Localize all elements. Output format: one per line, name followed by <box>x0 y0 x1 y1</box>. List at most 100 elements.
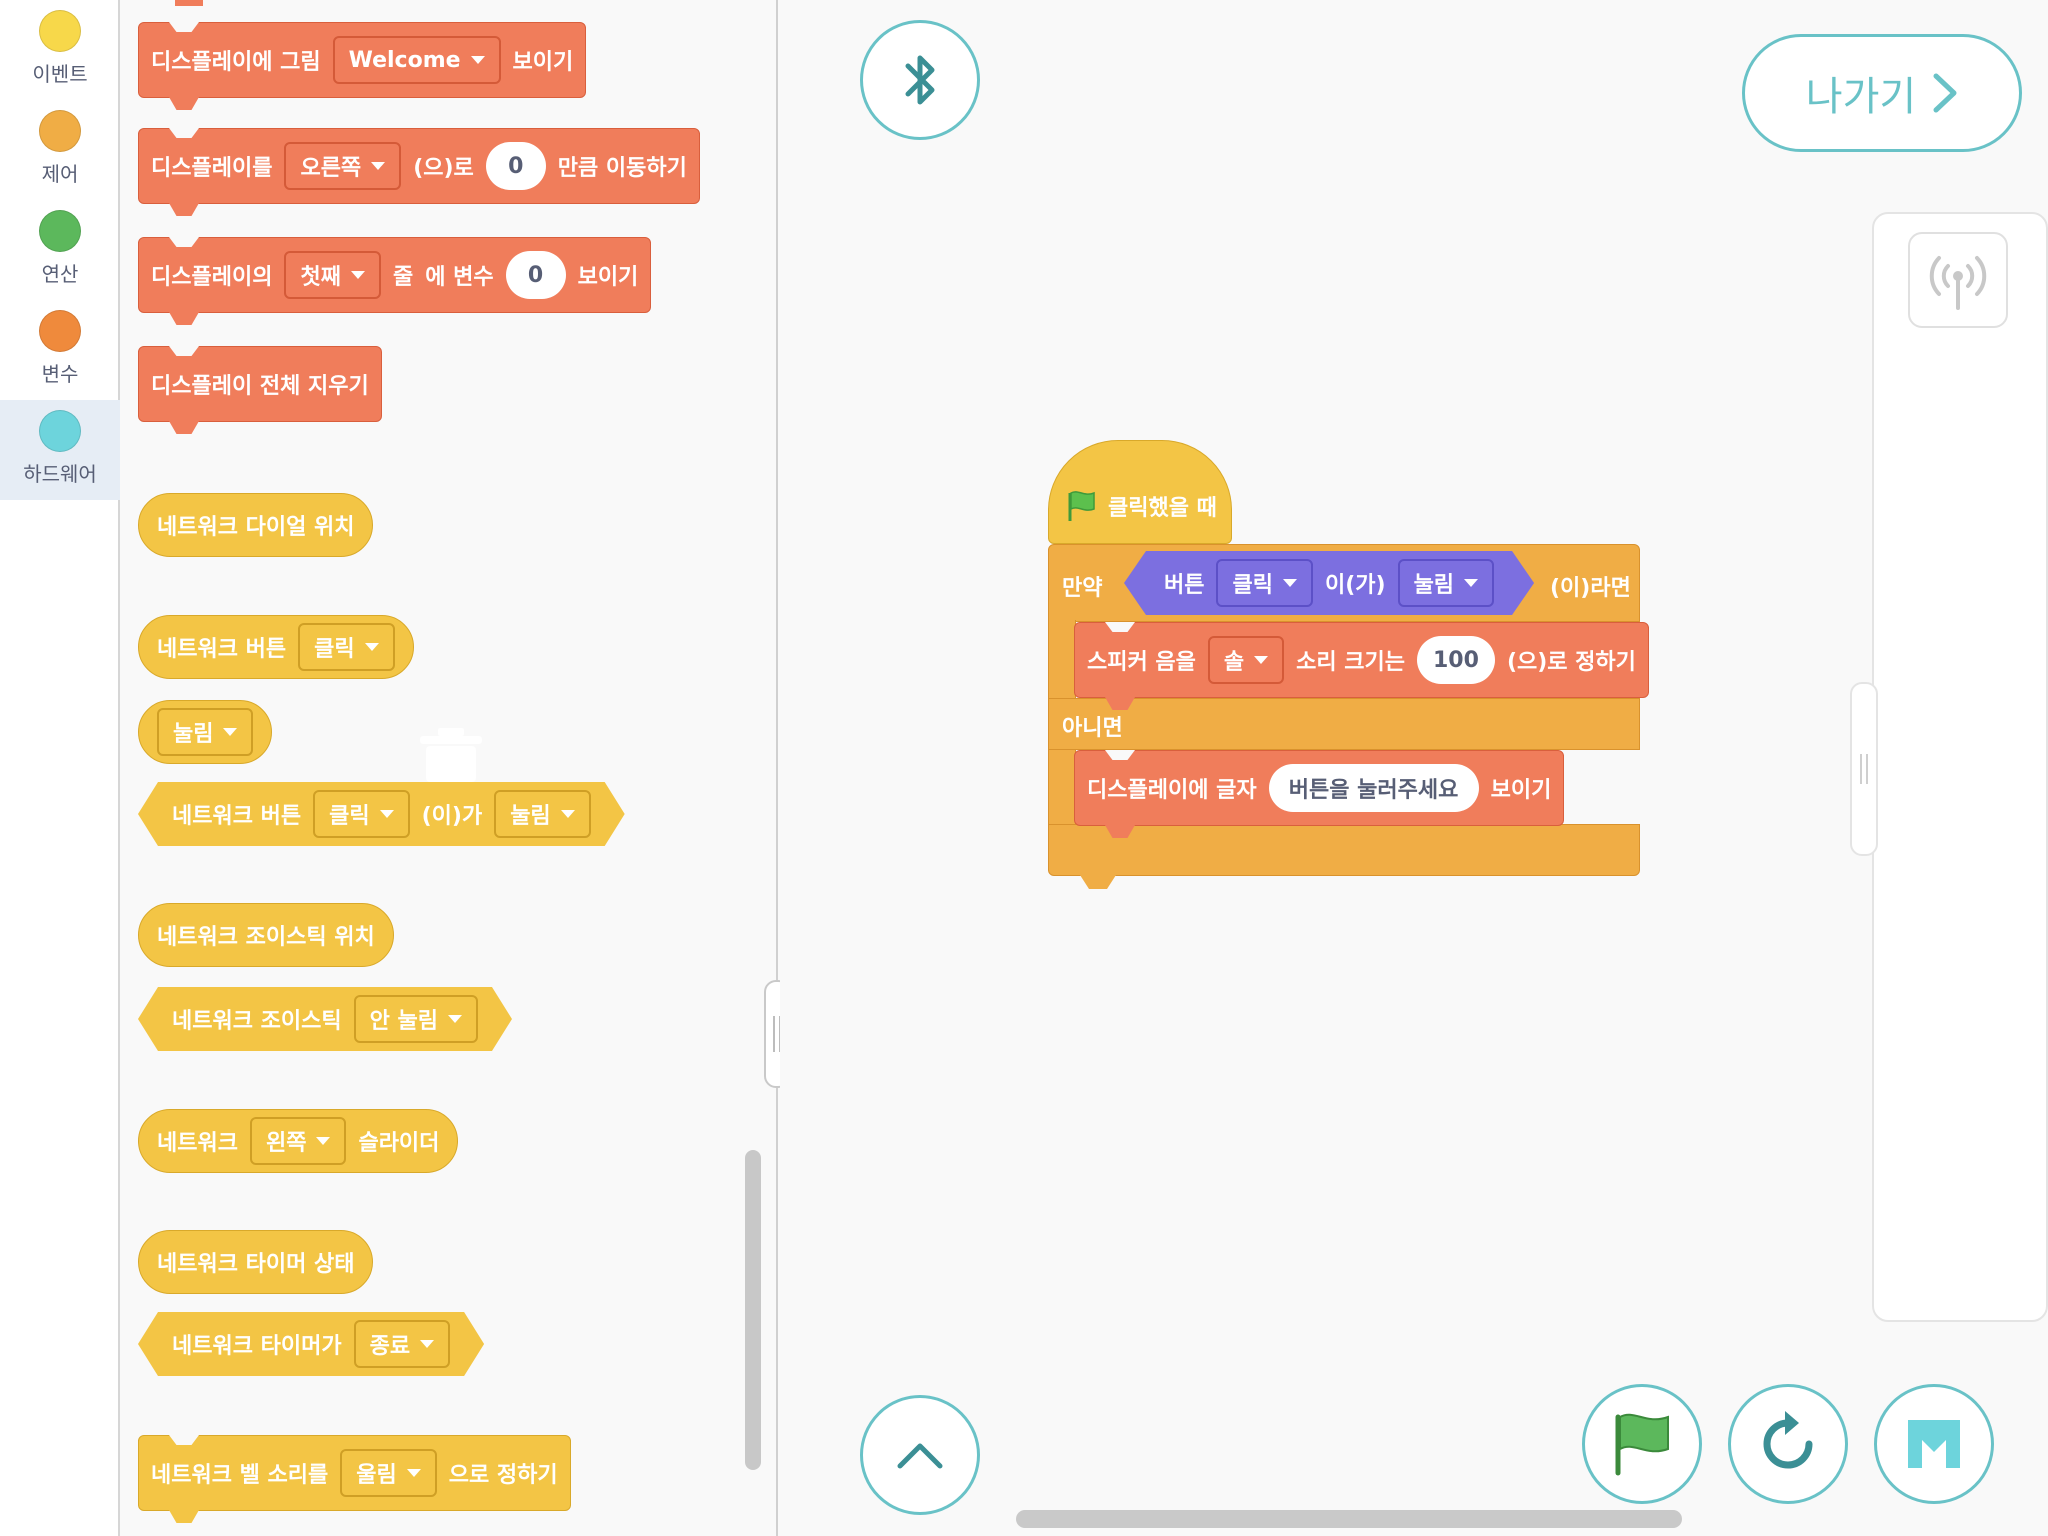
block-text: 만큼 이동하기 <box>557 156 687 181</box>
palette-scrollbar[interactable] <box>745 1150 761 1470</box>
exit-button[interactable]: 나가기 <box>1742 34 2022 152</box>
run-button[interactable] <box>1582 1384 1702 1504</box>
block-net-button[interactable]: 네트워크 버튼 클릭 <box>138 615 414 679</box>
category-operators[interactable]: 연산 <box>0 200 120 300</box>
dropdown-arrow-icon <box>448 1015 462 1023</box>
block-net-dial[interactable]: 네트워크 다이얼 위치 <box>138 493 374 557</box>
chevron-up-icon <box>897 1443 943 1469</box>
button-dropdown[interactable]: 클릭 <box>1216 559 1312 607</box>
scroll-up-button[interactable] <box>860 1395 980 1515</box>
category-hardware[interactable]: 하드웨어 <box>0 400 120 500</box>
hat-content: 클릭했을 때 <box>1064 486 1217 526</box>
block-text: (으)로 <box>413 156 474 181</box>
dropdown-value: 울림 <box>356 1463 397 1488</box>
dropdown-arrow-icon <box>371 162 386 170</box>
if-label: 만약 <box>1062 576 1103 601</box>
stage-resize-handle[interactable] <box>1850 682 1878 856</box>
dropdown-arrow-icon <box>561 810 575 818</box>
dropdown-value: 솔 <box>1223 650 1245 675</box>
number-input[interactable]: 0 <box>485 142 546 190</box>
block-display-image[interactable]: 디스플레이에 그림 Welcome 보이기 <box>138 22 587 98</box>
block-text: 이(가) <box>1324 573 1386 598</box>
block-net-timer-bool[interactable]: 네트워크 타이머가 종료 <box>138 1312 484 1376</box>
block-net-slider[interactable]: 네트워크 왼쪽 슬라이더 <box>138 1109 459 1173</box>
dropdown-value: Welcome <box>348 47 461 73</box>
dropdown-value: 클릭 <box>329 804 370 829</box>
antenna-signal-icon <box>1929 256 1987 310</box>
joystick-dropdown[interactable]: 안 눌림 <box>354 995 478 1043</box>
pressed-dropdown[interactable]: 눌림 <box>157 708 254 756</box>
button-dropdown[interactable]: 클릭 <box>298 623 395 671</box>
note-dropdown[interactable]: 솔 <box>1207 636 1285 684</box>
block-text: 으로 정하기 <box>448 1463 558 1488</box>
block-text: 버튼 <box>1164 573 1205 598</box>
device-logo-icon <box>1908 1420 1960 1468</box>
variable-input[interactable]: 0 <box>505 251 566 299</box>
block-text: 네트워크 타이머 상태 <box>157 1252 355 1277</box>
block-display-clear[interactable]: 디스플레이 전체 지우기 <box>138 346 382 422</box>
block-text: 네트워크 버튼 <box>157 637 287 662</box>
dropdown-arrow-icon <box>406 1469 421 1477</box>
block-text: 보이기 <box>1490 778 1552 803</box>
block-text: 에 변수 <box>425 265 494 290</box>
line-dropdown[interactable]: 첫째 <box>284 251 381 299</box>
text-input[interactable]: 버튼을 눌러주세요 <box>1268 764 1479 812</box>
block-display-text[interactable]: 디스플레이에 글자 버튼을 눌러주세요 보이기 <box>1074 750 1565 826</box>
block-text: 슬라이더 <box>358 1131 440 1156</box>
block-display-move[interactable]: 디스플레이를 오른쪽 (으)로 0 만큼 이동하기 <box>138 128 700 204</box>
timer-dropdown[interactable]: 종료 <box>354 1320 450 1368</box>
then-label: (이)라면 <box>1550 576 1631 601</box>
block-text: (이)가 <box>421 804 483 829</box>
condition-button-pressed[interactable]: 버튼 클릭 이(가) 눌림 <box>1124 551 1534 615</box>
block-net-bell[interactable]: 네트워크 벨 소리를 울림 으로 정하기 <box>138 1435 571 1511</box>
dropdown-arrow-icon <box>223 728 238 736</box>
block-net-joystick-position[interactable]: 네트워크 조이스틱 위치 <box>138 903 394 967</box>
block-text: 디스플레이 전체 지우기 <box>151 374 369 399</box>
button-dropdown[interactable]: 클릭 <box>313 790 409 838</box>
category-label: 변수 <box>41 362 79 386</box>
device-button[interactable] <box>1874 1384 1994 1504</box>
block-net-timer-state[interactable]: 네트워크 타이머 상태 <box>138 1230 374 1294</box>
broadcast-button[interactable] <box>1908 232 2008 328</box>
green-flag-icon <box>1068 491 1095 521</box>
control-color-dot <box>39 110 81 152</box>
reset-button[interactable] <box>1728 1384 1848 1504</box>
dropdown-value: 눌림 <box>173 722 214 747</box>
category-control[interactable]: 제어 <box>0 100 120 200</box>
pressed-dropdown[interactable]: 눌림 <box>1398 559 1494 607</box>
pressed-dropdown[interactable]: 눌림 <box>494 790 590 838</box>
bluetooth-button[interactable] <box>860 20 980 140</box>
chevron-right-icon <box>1933 73 1957 113</box>
block-net-joystick-bool[interactable]: 네트워크 조이스틱 안 눌림 <box>138 987 512 1051</box>
category-label: 제어 <box>41 162 79 186</box>
bluetooth-icon <box>905 55 935 105</box>
exit-label: 나가기 <box>1805 74 1917 120</box>
dropdown-value: 클릭 <box>314 637 355 662</box>
dropdown-value: 왼쪽 <box>265 1131 307 1156</box>
cut-off-block-notch <box>175 0 203 6</box>
hardware-color-dot <box>39 410 81 452</box>
dropdown-value: 종료 <box>369 1334 411 1359</box>
bell-dropdown[interactable]: 울림 <box>340 1449 437 1497</box>
block-text: 디스플레이의 <box>151 265 273 290</box>
block-net-button-bool[interactable]: 네트워크 버튼 클릭 (이)가 눌림 <box>138 782 625 846</box>
category-label: 이벤트 <box>32 62 88 86</box>
if-else-block-bottom[interactable] <box>1048 824 1640 876</box>
if-else-block-middle[interactable] <box>1048 698 1640 750</box>
direction-dropdown[interactable]: 오른쪽 <box>284 142 402 190</box>
volume-input[interactable]: 100 <box>1417 636 1495 684</box>
workspace-horizontal-scrollbar[interactable] <box>1016 1510 1682 1528</box>
block-text: (으)로 정하기 <box>1506 650 1636 675</box>
dropdown-arrow-icon <box>1464 579 1478 587</box>
category-events[interactable]: 이벤트 <box>0 0 120 100</box>
operators-color-dot <box>39 210 81 252</box>
block-display-variable[interactable]: 디스플레이의 첫째 줄 에 변수 0 보이기 <box>138 237 652 313</box>
hat-label: 클릭했을 때 <box>1108 496 1217 521</box>
slider-dropdown[interactable]: 왼쪽 <box>249 1117 347 1165</box>
green-flag-icon <box>1615 1413 1669 1476</box>
category-variables[interactable]: 변수 <box>0 300 120 400</box>
block-pressed-menu[interactable]: 눌림 <box>138 700 273 764</box>
block-speaker-play[interactable]: 스피커 음을 솔 소리 크기는 100 (으)로 정하기 <box>1074 622 1649 698</box>
reset-icon <box>1763 1411 1813 1469</box>
image-dropdown[interactable]: Welcome <box>332 36 501 84</box>
